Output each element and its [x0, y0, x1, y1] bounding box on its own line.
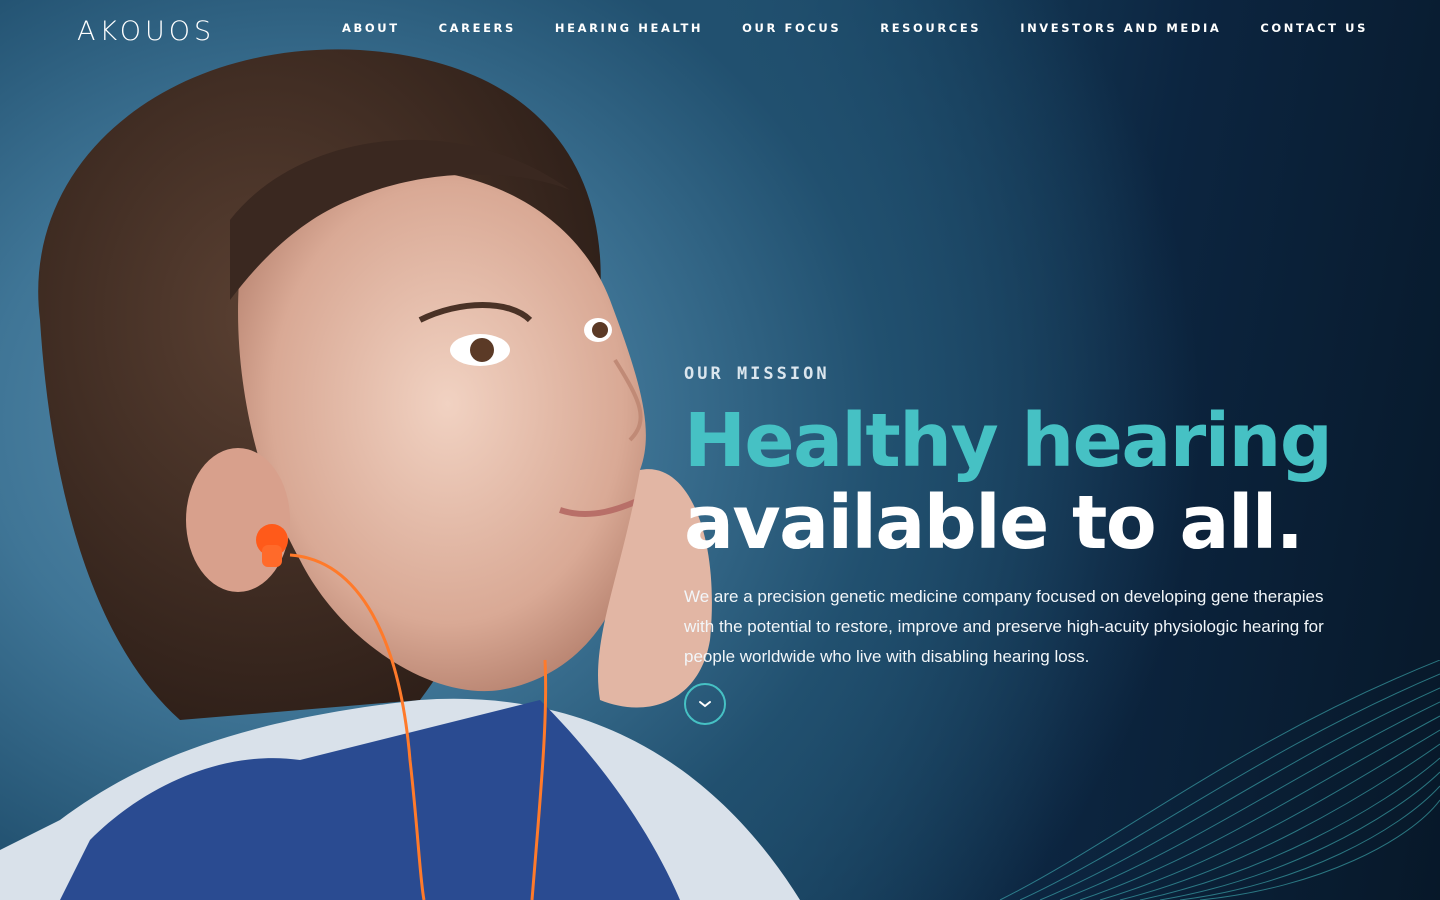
decorative-wave-lines: [999, 660, 1440, 900]
hero-headline: Healthy hearing available to all.: [684, 400, 1364, 564]
nav-item-our-focus[interactable]: OUR FOCUS: [742, 21, 841, 35]
mission-section: OUR MISSION Healthy hearing available to…: [684, 364, 1364, 672]
nav-item-hearing-health[interactable]: HEARING HEALTH: [555, 21, 703, 35]
chevron-down-icon: [699, 701, 711, 708]
hero-section: AKOUOS ABOUT CAREERS HEARING HEALTH OUR …: [0, 0, 1440, 900]
brand-logo[interactable]: AKOUOS: [77, 16, 215, 47]
main-menu: ABOUT CAREERS HEARING HEALTH OUR FOCUS R…: [303, 21, 1368, 35]
nav-item-about[interactable]: ABOUT: [342, 21, 400, 35]
nav-item-careers[interactable]: CAREERS: [439, 21, 516, 35]
nav-item-contact-us[interactable]: CONTACT US: [1260, 21, 1368, 35]
nav-item-resources[interactable]: RESOURCES: [880, 21, 981, 35]
mission-eyebrow: OUR MISSION: [684, 364, 830, 384]
headline-plain: available to all.: [684, 480, 1304, 566]
top-navigation: AKOUOS ABOUT CAREERS HEARING HEALTH OUR …: [0, 0, 1440, 60]
scroll-down-button[interactable]: [684, 683, 726, 725]
mission-description: We are a precision genetic medicine comp…: [684, 587, 1324, 666]
headline-accent: Healthy hearing: [684, 398, 1333, 484]
nav-item-investors-and-media[interactable]: INVESTORS AND MEDIA: [1020, 21, 1221, 35]
